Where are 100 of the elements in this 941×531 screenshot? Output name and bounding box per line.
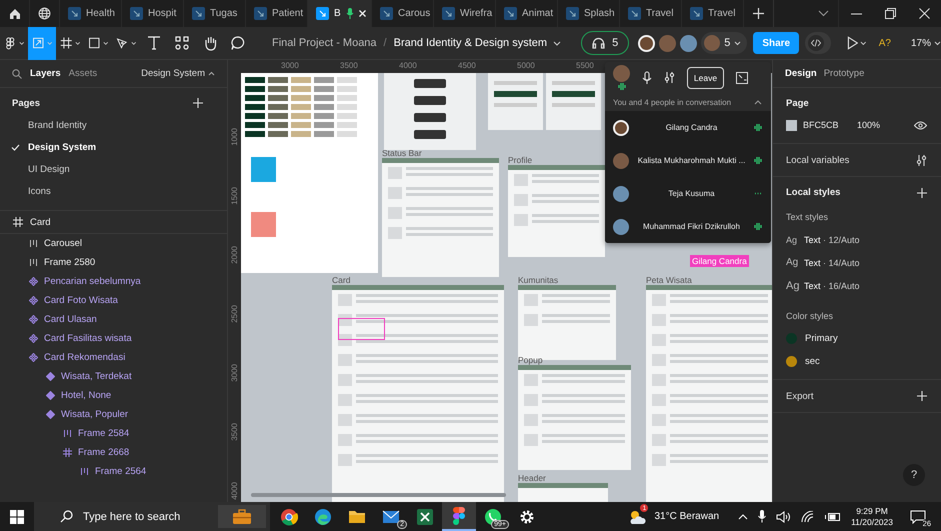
eye-icon[interactable]	[914, 120, 927, 130]
pop-out-icon[interactable]	[736, 72, 748, 84]
missing-fonts-button[interactable]: A?	[878, 38, 891, 48]
export-label[interactable]: Export	[786, 390, 814, 402]
layer-item[interactable]: Frame 2580	[0, 253, 227, 272]
page-item[interactable]: UI Design	[0, 158, 227, 180]
layer-item[interactable]: Frame 2584	[0, 424, 227, 443]
battery-icon[interactable]	[825, 512, 840, 522]
frame-title[interactable]: Header	[518, 473, 546, 483]
frame-title[interactable]: Popup	[518, 355, 543, 365]
color-hex-field[interactable]: BFC5CB	[803, 120, 857, 130]
user-cursor-label: Gilang Candra	[690, 255, 749, 267]
color-style-item[interactable]: sec	[786, 350, 927, 373]
panel-tab[interactable]: Prototype	[824, 68, 864, 79]
checkmark-icon	[11, 144, 20, 150]
file-name-dropdown[interactable]: Brand Identity & Design system	[394, 37, 562, 49]
page-item[interactable]: Icons	[0, 180, 227, 202]
participant-name: Gilang Candra	[664, 123, 718, 132]
participant-name: Teja Kusuma	[667, 189, 716, 198]
microphone-icon[interactable]	[758, 510, 766, 523]
frame-title[interactable]: Status Bar	[382, 148, 422, 158]
layer-item[interactable]: Card Ulasan	[0, 310, 227, 329]
user-avatar[interactable]	[638, 34, 656, 52]
design-frame[interactable]	[646, 285, 772, 502]
figma-app-icon[interactable]	[442, 502, 476, 531]
project-name[interactable]: Final Project - Moana	[272, 37, 377, 49]
search-icon[interactable]	[12, 68, 22, 78]
panel-tab[interactable]: Assets	[68, 68, 98, 79]
more-users-button[interactable]: 5	[701, 32, 748, 54]
color-palette-frame[interactable]	[241, 73, 378, 273]
audio-call-button[interactable]: 5	[581, 31, 630, 55]
subsection-heading: Text styles	[786, 212, 830, 222]
frame-title[interactable]: Profile	[508, 155, 532, 165]
layer-item[interactable]: Hotel, None	[0, 386, 227, 405]
layer-item[interactable]: Wisata, Populer	[0, 405, 227, 424]
subsection-heading: Color styles	[786, 311, 834, 321]
page-item[interactable]: Design System	[0, 136, 227, 158]
taskbar-search-field[interactable]: Type here to search	[34, 502, 270, 531]
help-button[interactable]: ?	[903, 464, 925, 486]
section-heading: Local styles	[786, 187, 840, 198]
sliders-icon[interactable]	[916, 154, 927, 166]
taskbar-clock[interactable]: 9:29 PM 11/20/2023	[851, 506, 893, 527]
caret-icon	[734, 40, 742, 46]
text-style-item[interactable]: Ag Text · 16/Auto	[786, 274, 927, 297]
weather-text[interactable]: 31°C Berawan	[654, 511, 720, 522]
layer-item[interactable]: Frame 2668	[0, 443, 227, 462]
zoom-dropdown[interactable]: 17%	[910, 38, 941, 48]
panel-tab[interactable]: Design	[785, 68, 817, 79]
chevron-up-icon[interactable]	[738, 514, 748, 520]
page-dropdown[interactable]: Design System	[141, 68, 215, 79]
frame-title[interactable]: Peta Wisata	[646, 275, 692, 285]
dev-mode-toggle[interactable]	[805, 32, 831, 54]
microphone-icon[interactable]	[642, 70, 652, 84]
participant-name: Muhammad Fikri Dzikrulloh	[642, 222, 741, 231]
resources-icon	[174, 35, 190, 51]
comment-icon	[230, 35, 246, 51]
user-avatar	[613, 65, 630, 82]
play-icon	[846, 36, 858, 50]
input-frame[interactable]	[488, 73, 543, 130]
file-icon	[690, 7, 703, 20]
wifi-icon[interactable]	[801, 510, 816, 522]
layer-item[interactable]: Frame 2564	[0, 462, 227, 481]
scrollbar[interactable]	[251, 493, 506, 497]
text-style-item[interactable]: Ag Text · 12/Auto	[786, 228, 927, 251]
close-icon[interactable]	[358, 10, 366, 17]
design-frame[interactable]	[508, 165, 605, 257]
briefcase-icon[interactable]	[218, 505, 266, 528]
frame-title[interactable]: Kumunitas	[518, 275, 558, 285]
color-swatch[interactable]	[786, 120, 797, 130]
input-frame[interactable]	[546, 73, 601, 130]
breadcrumb-separator: /	[384, 37, 387, 49]
color-style-item[interactable]: Primary	[786, 327, 927, 350]
design-frame[interactable]	[518, 365, 631, 470]
add-icon[interactable]	[193, 98, 203, 108]
speaker-icon[interactable]	[776, 510, 792, 522]
layer-item[interactable]: Pencarian sebelumnya	[0, 272, 227, 291]
leave-button[interactable]: Leave	[687, 66, 724, 88]
layer-item[interactable]: Wisata, Terdekat	[0, 367, 227, 386]
page-item[interactable]: Brand Identity	[0, 114, 227, 136]
button-frame[interactable]	[384, 73, 476, 150]
add-icon[interactable]	[917, 188, 927, 198]
panel-tab[interactable]: Layers	[30, 68, 61, 79]
file-icon	[130, 7, 143, 20]
layer-item[interactable]: Card Rekomendasi	[0, 348, 227, 367]
layer-item[interactable]: Card Fasilitas wisata	[0, 329, 227, 348]
layer-item[interactable]: Card Foto Wisata	[0, 291, 227, 310]
browser-tab[interactable]: B	[308, 0, 372, 27]
collapse-icon[interactable]	[754, 100, 762, 104]
settings-sliders-icon[interactable]	[664, 71, 675, 84]
component-icon	[29, 296, 38, 305]
layer-item[interactable]: Carousel	[0, 234, 227, 253]
opacity-field[interactable]: 100%	[857, 120, 914, 130]
local-variables-label[interactable]: Local variables	[786, 154, 850, 166]
design-canvas[interactable]	[228, 60, 772, 502]
text-style-item[interactable]: Ag Text · 14/Auto	[786, 251, 927, 274]
selected-frame-row[interactable]: Card	[0, 211, 227, 234]
frame-title[interactable]: Card	[332, 275, 350, 285]
selection-outline	[338, 318, 385, 340]
caret-icon	[74, 40, 80, 46]
add-icon[interactable]	[917, 391, 927, 401]
